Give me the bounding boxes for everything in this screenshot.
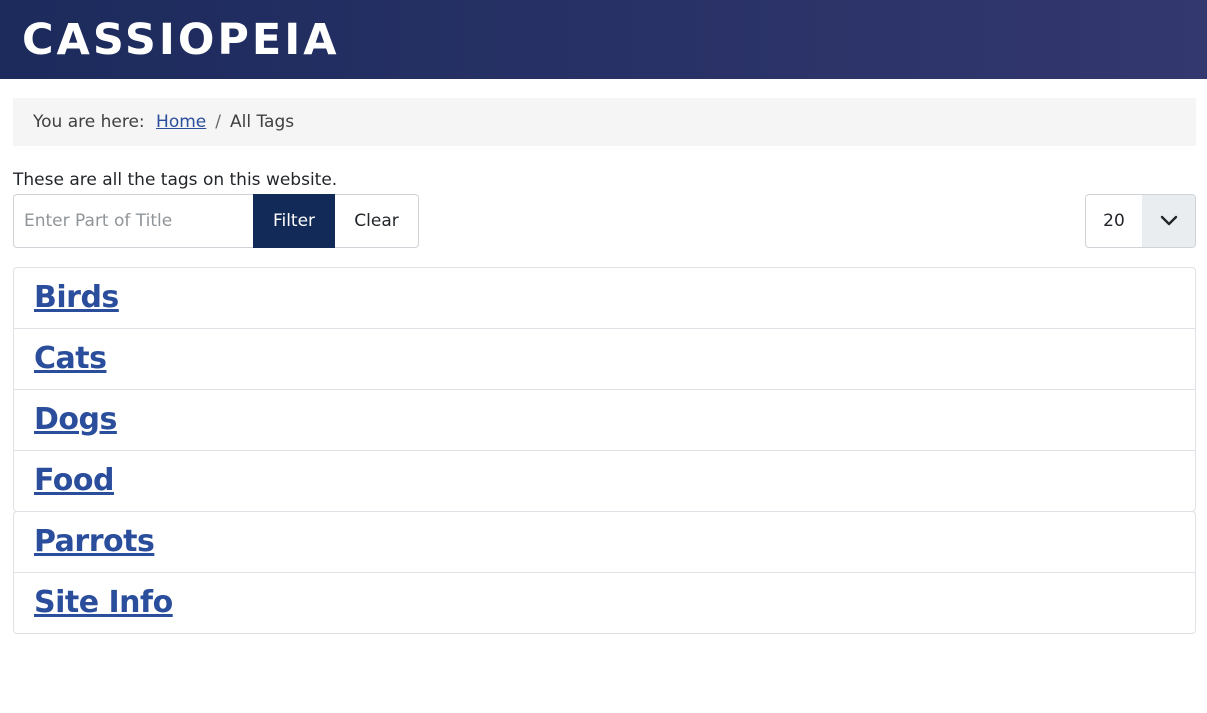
tag-link-birds[interactable]: Birds [34, 278, 119, 318]
tag-list-item: Cats [14, 329, 1195, 390]
tag-list-item: Parrots [14, 512, 1195, 573]
clear-button[interactable]: Clear [335, 194, 419, 248]
tag-list-item: Birds [14, 268, 1195, 329]
list-limit-select[interactable]: 20 [1085, 194, 1196, 248]
page-intro-text: These are all the tags on this website. [13, 170, 338, 190]
filter-bar: Filter Clear [13, 194, 419, 248]
tag-link-food[interactable]: Food [34, 461, 114, 501]
breadcrumb-separator: / [215, 112, 221, 132]
breadcrumb: You are here: Home / All Tags [13, 98, 1196, 146]
filter-button[interactable]: Filter [253, 194, 335, 248]
tag-list-item: Food [14, 451, 1195, 511]
filter-search-input[interactable] [13, 194, 253, 248]
tag-list-item: Site Info [14, 573, 1195, 633]
breadcrumb-prefix: You are here: [33, 112, 145, 132]
tag-link-cats[interactable]: Cats [34, 339, 107, 379]
tag-link-site-info[interactable]: Site Info [34, 583, 173, 623]
tag-link-parrots[interactable]: Parrots [34, 522, 155, 562]
site-logo-text[interactable]: CASSIOPEIA [22, 14, 340, 66]
chevron-down-icon [1142, 195, 1195, 247]
breadcrumb-home-link[interactable]: Home [156, 112, 206, 132]
tag-list-group-1: Birds Cats Dogs Food [13, 267, 1196, 512]
list-limit-value: 20 [1103, 211, 1125, 231]
breadcrumb-current: All Tags [229, 112, 295, 132]
tag-link-dogs[interactable]: Dogs [34, 400, 117, 440]
tag-list-item: Dogs [14, 390, 1195, 451]
site-header: CASSIOPEIA [0, 0, 1207, 79]
tag-list-group-2: Parrots Site Info [13, 511, 1196, 634]
